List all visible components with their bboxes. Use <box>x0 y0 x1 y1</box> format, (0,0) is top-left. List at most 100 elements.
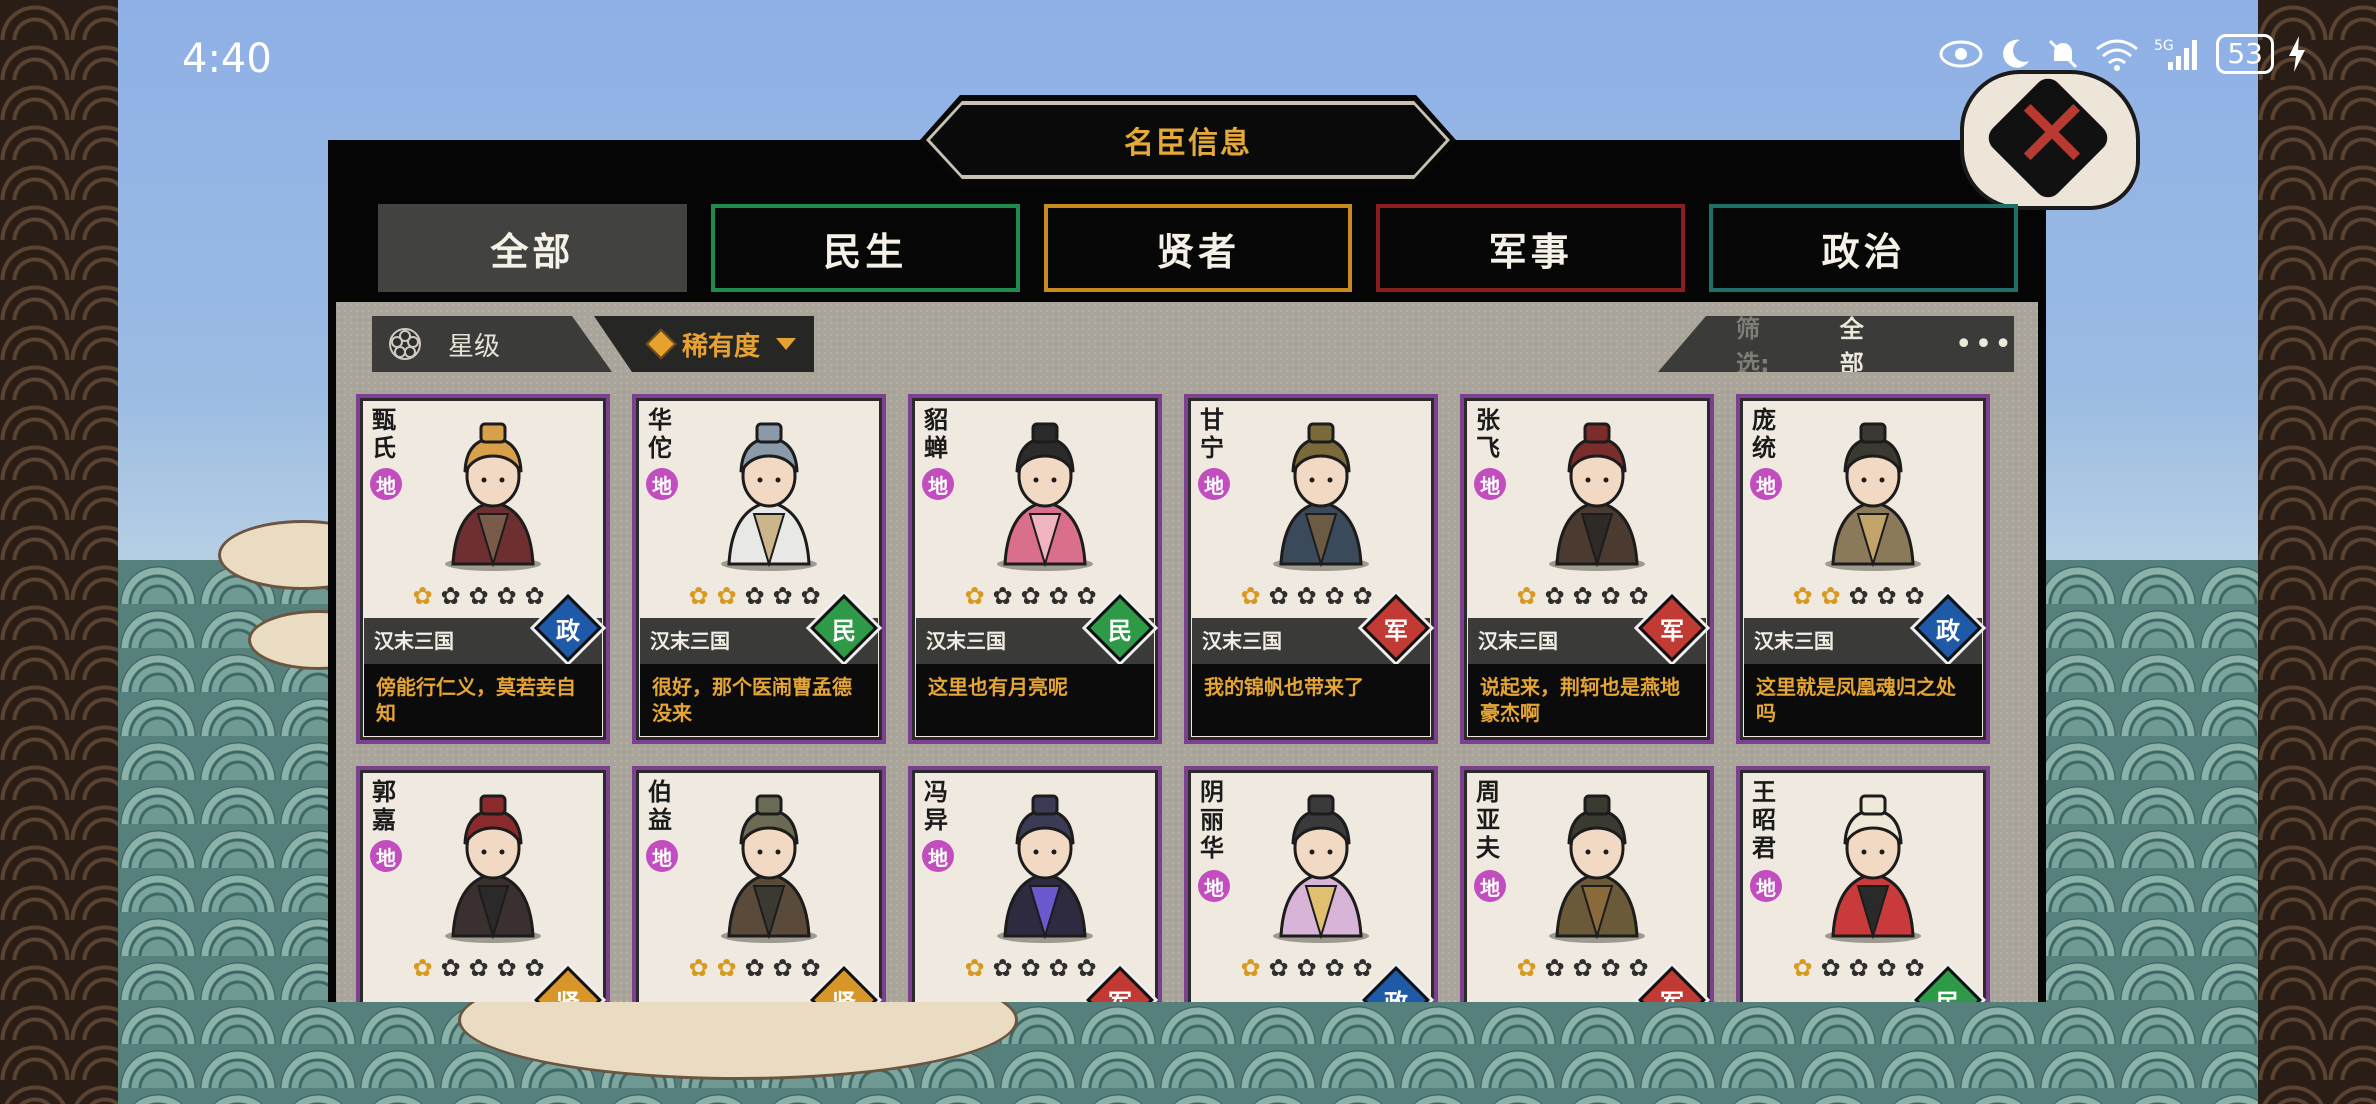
category-label: 军 <box>1384 616 1408 645</box>
minister-portrait <box>1825 794 1921 943</box>
rank-badge: 地 <box>646 468 678 500</box>
minister-portrait <box>1825 422 1921 571</box>
category-label: 民 <box>1108 616 1132 645</box>
minister-card[interactable]: 郭嘉地 ✿✿✿✿✿贤 <box>356 766 610 1002</box>
star-empty-icon: ✿ <box>992 582 1013 610</box>
diamond-icon <box>645 328 677 360</box>
minister-card[interactable]: 王昭君地 ✿✿✿✿✿民 <box>1736 766 1990 1002</box>
rank-badge: 地 <box>370 840 402 872</box>
minister-name: 庞统 <box>1752 406 1776 462</box>
minister-portrait <box>997 794 1093 943</box>
star-empty-icon: ✿ <box>1848 954 1869 982</box>
minister-card[interactable]: 周亚夫地 ✿✿✿✿✿军 <box>1460 766 1714 1002</box>
filter-control[interactable]: 筛选: 全部 ••• <box>1658 316 2014 372</box>
minister-portrait <box>721 794 817 943</box>
minister-card[interactable]: 甘宁地 ✿ ✿ ✿ ✿ ✿ 汉末三国军我的锦帆也带来了 <box>1184 394 1438 744</box>
star-filled-icon: ✿ <box>964 954 985 982</box>
tab-military[interactable]: 军事 <box>1376 204 1686 292</box>
star-empty-icon: ✿ <box>1020 954 1041 982</box>
minister-card[interactable]: 貂蝉地 ✿ ✿ ✿ ✿ ✿ 汉末三国民这里也有月亮呢 <box>908 394 1162 744</box>
sort-by-star-button[interactable]: 星级 <box>372 316 612 372</box>
more-options-icon[interactable]: ••• <box>1955 327 2014 362</box>
star-rating: ✿ ✿ ✿ ✿ ✿ <box>962 956 1099 981</box>
star-filled-icon: ✿ <box>1516 582 1537 610</box>
minister-card[interactable]: 伯益地 ✿✿✿✿✿贤 <box>632 766 886 1002</box>
star-empty-icon: ✿ <box>1268 582 1289 610</box>
minister-card[interactable]: 华佗地 ✿ ✿ ✿ ✿ ✿ 汉末三国民很好，那个医闹曹孟德没来 <box>632 394 886 744</box>
minister-card[interactable]: 阴丽华地 ✿✿✿✿✿政 <box>1184 766 1438 1002</box>
sort-rarity-label: 稀有度 <box>682 331 761 362</box>
minister-name: 华佗 <box>648 406 672 462</box>
star-empty-icon: ✿ <box>1876 582 1897 610</box>
category-label: 政 <box>1372 976 1420 1003</box>
star-rating: ✿ ✿ ✿ ✿ ✿ <box>686 584 823 609</box>
category-label: 军 <box>1648 976 1696 1003</box>
star-filled-icon: ✿ <box>412 582 433 610</box>
star-empty-icon: ✿ <box>1572 954 1593 982</box>
minister-name: 伯益 <box>648 778 672 834</box>
minister-card[interactable]: 甄氏地 ✿ ✿ ✿ ✿ ✿ 汉末三国政傍能行仁义，莫若妾自知 <box>356 394 610 744</box>
minister-list-area: 星级 稀有度 筛选: 全部 ••• 甄氏地 ✿ ✿ ✿ ✿ ✿ 汉末三国政傍能行仁义，莫若妾… <box>336 302 2038 1002</box>
minister-name: 貂蝉 <box>924 406 948 462</box>
rank-badge: 地 <box>1198 468 1230 500</box>
sort-by-rarity-dropdown[interactable]: 稀有度 <box>594 316 814 372</box>
star-empty-icon: ✿ <box>992 954 1013 982</box>
tab-sage[interactable]: 贤者 <box>1043 204 1353 292</box>
star-empty-icon: ✿ <box>1848 582 1869 610</box>
minister-name: 甘宁 <box>1200 406 1224 462</box>
star-filled-icon: ✿ <box>716 582 737 610</box>
star-filled-icon: ✿ <box>1516 954 1537 982</box>
minister-card[interactable]: 张飞地 ✿ ✿ ✿ ✿ ✿ 汉末三国军说起来，荆轲也是燕地豪杰啊 <box>1460 394 1714 744</box>
star-empty-icon: ✿ <box>468 954 489 982</box>
tab-livelihood[interactable]: 民生 <box>710 204 1020 292</box>
star-rating: ✿ ✿ ✿ ✿ ✿ <box>1790 956 1927 981</box>
star-rating: ✿ ✿ ✿ ✿ ✿ <box>410 956 547 981</box>
rank-badge: 地 <box>370 468 402 500</box>
rank-badge: 地 <box>922 840 954 872</box>
minister-name: 张飞 <box>1476 406 1500 462</box>
star-empty-icon: ✿ <box>496 954 517 982</box>
filter-label: 筛选: <box>1736 315 1770 378</box>
star-rating: ✿ ✿ ✿ ✿ ✿ <box>1790 584 1927 609</box>
minister-portrait <box>1273 422 1369 571</box>
close-button[interactable]: ✕ <box>1960 70 2140 210</box>
panel-title: 名臣信息 <box>1124 126 1252 161</box>
sort-star-label: 星级 <box>448 331 501 362</box>
star-empty-icon: ✿ <box>1876 954 1897 982</box>
star-empty-icon: ✿ <box>1020 582 1041 610</box>
minister-portrait <box>1549 794 1645 943</box>
tab-politics[interactable]: 政治 <box>1709 204 2018 292</box>
star-empty-icon: ✿ <box>1048 582 1069 610</box>
category-tabs: 全部 民生 贤者 军事 政治 <box>378 204 2018 292</box>
tab-all[interactable]: 全部 <box>378 204 687 292</box>
rank-badge: 地 <box>1750 468 1782 500</box>
star-rating: ✿ ✿ ✿ ✿ ✿ <box>1514 584 1651 609</box>
minister-quote: 这里就是凤凰魂归之处吗 <box>1744 664 1982 736</box>
star-filled-icon: ✿ <box>1820 582 1841 610</box>
minister-card-grid: 甄氏地 ✿ ✿ ✿ ✿ ✿ 汉末三国政傍能行仁义，莫若妾自知 华佗地 ✿ ✿ ✿ ✿ ✿ 汉末三国民很好，… <box>356 394 1996 1002</box>
minister-quote: 傍能行仁义，莫若妾自知 <box>364 664 602 736</box>
star-filled-icon: ✿ <box>688 582 709 610</box>
filter-value: 全部 <box>1839 315 1864 378</box>
star-empty-icon: ✿ <box>1296 954 1317 982</box>
star-empty-icon: ✿ <box>1296 582 1317 610</box>
star-rating: ✿ ✿ ✿ ✿ ✿ <box>1514 956 1651 981</box>
close-x-icon: ✕ <box>2011 78 2093 190</box>
rank-badge: 地 <box>1750 870 1782 902</box>
category-label: 政 <box>556 616 580 645</box>
star-empty-icon: ✿ <box>772 954 793 982</box>
minister-quote: 这里也有月亮呢 <box>916 664 1154 736</box>
minister-name: 冯异 <box>924 778 948 834</box>
minister-name: 阴丽华 <box>1200 778 1224 862</box>
star-empty-icon: ✿ <box>440 954 461 982</box>
rank-badge: 地 <box>1198 870 1230 902</box>
star-filled-icon: ✿ <box>1240 954 1261 982</box>
minister-card[interactable]: 庞统地 ✿ ✿ ✿ ✿ ✿ 汉末三国政这里就是凤凰魂归之处吗 <box>1736 394 1990 744</box>
star-empty-icon: ✿ <box>440 582 461 610</box>
minister-card[interactable]: 冯异地 ✿✿✿✿✿军 <box>908 766 1162 1002</box>
star-empty-icon: ✿ <box>496 582 517 610</box>
star-empty-icon: ✿ <box>772 582 793 610</box>
category-label: 军 <box>1096 976 1144 1003</box>
star-filled-icon: ✿ <box>1792 954 1813 982</box>
minister-quote: 说起来，荆轲也是燕地豪杰啊 <box>1468 664 1706 736</box>
